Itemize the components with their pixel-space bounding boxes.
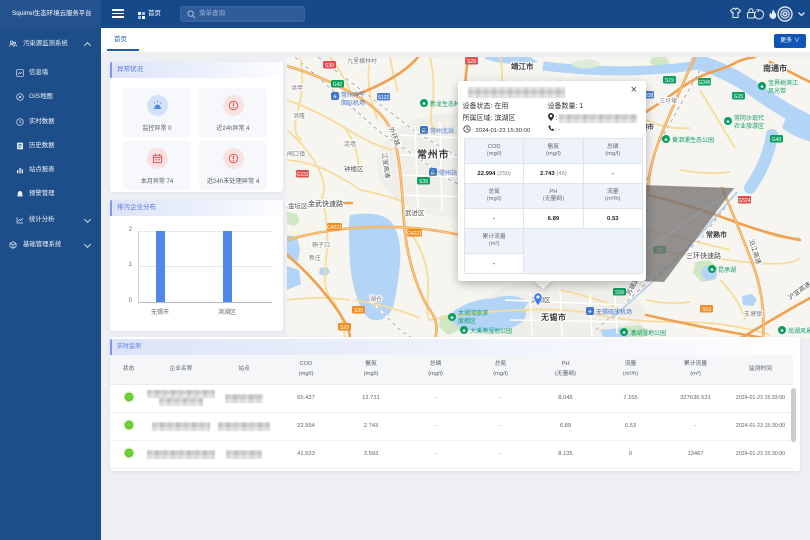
- svg-text:武进区: 武进区: [405, 208, 425, 217]
- svg-text:国际机场: 国际机场: [341, 99, 365, 107]
- svg-text:G15: G15: [734, 94, 744, 100]
- svg-text:新庄: 新庄: [309, 254, 321, 262]
- svg-text:G40: G40: [772, 137, 782, 143]
- svg-text:昆承湖: 昆承湖: [718, 266, 736, 274]
- svg-text:金武快速路: 金武快速路: [308, 199, 343, 208]
- svg-text:闸口镇: 闸口镇: [287, 150, 305, 158]
- svg-text:常州市: 常州市: [417, 148, 449, 161]
- svg-text:G346: G346: [698, 80, 710, 86]
- svg-text:G4221: G4221: [407, 231, 422, 237]
- svg-text:G524: G524: [738, 198, 750, 204]
- svg-text:无锡市: 无锡市: [540, 312, 567, 322]
- svg-text:S29: S29: [467, 59, 476, 65]
- svg-text:洪隆: 洪隆: [293, 112, 305, 120]
- svg-text:🚆: 🚆: [421, 128, 428, 135]
- svg-text:黄泗浦生态公园: 黄泗浦生态公园: [672, 136, 714, 144]
- svg-text:🚆: 🚆: [430, 170, 437, 177]
- svg-text:太湖湾旅游: 太湖湾旅游: [458, 309, 488, 317]
- svg-text:S58: S58: [615, 290, 624, 296]
- svg-text:✈: ✈: [333, 94, 338, 101]
- svg-text:宝界树滨江: 宝界树滨江: [768, 79, 798, 87]
- svg-text:靖江市: 靖江市: [511, 61, 534, 71]
- svg-text:风光带: 风光带: [768, 87, 786, 95]
- svg-text:S20: S20: [340, 325, 349, 331]
- svg-text:S122: S122: [378, 95, 390, 101]
- svg-text:常州奔牛: 常州奔牛: [341, 91, 365, 99]
- svg-text:洪甲: 洪甲: [291, 84, 303, 92]
- svg-text:楠子口: 楠子口: [312, 241, 330, 249]
- svg-text:✈: ✈: [588, 309, 593, 316]
- svg-text:常熟市: 常熟市: [706, 230, 727, 239]
- svg-text:常州站: 常州站: [439, 169, 457, 177]
- svg-text:三环快速路: 三环快速路: [686, 251, 721, 260]
- svg-text:新龙生态林: 新龙生态林: [430, 100, 460, 108]
- svg-text:S53: S53: [702, 307, 711, 313]
- svg-text:常阴沙现代: 常阴沙现代: [734, 114, 764, 122]
- svg-text:钟楼区: 钟楼区: [344, 164, 364, 173]
- svg-text:S39: S39: [419, 179, 428, 185]
- svg-text:无锡硕放机场: 无锡硕放机场: [596, 308, 632, 316]
- svg-text:农业旅游区: 农业旅游区: [734, 122, 764, 130]
- svg-text:G42: G42: [333, 82, 343, 88]
- svg-text:S39: S39: [325, 63, 334, 69]
- svg-text:连墙: 连墙: [344, 140, 356, 148]
- svg-text:常州北站: 常州北站: [430, 127, 454, 135]
- svg-text:支塘镇: 支塘镇: [744, 310, 762, 318]
- svg-text:九里横林村: 九里横林村: [347, 57, 377, 65]
- svg-text:S30: S30: [354, 308, 363, 314]
- svg-text:尚湖风景区: 尚湖风景区: [788, 327, 810, 335]
- svg-text:G233: G233: [296, 172, 308, 178]
- svg-text:大溪港湿地公园: 大溪港湿地公园: [470, 327, 512, 335]
- svg-text:湖仓: 湖仓: [370, 295, 382, 303]
- svg-text:南通市: 南通市: [763, 63, 787, 73]
- svg-text:三圩埭: 三圩埭: [659, 97, 677, 105]
- svg-text:漕湖湿地公园: 漕湖湿地公园: [630, 329, 666, 337]
- svg-text:度假区: 度假区: [458, 317, 476, 325]
- svg-text:G4221: G4221: [327, 225, 342, 231]
- svg-text:金坛区: 金坛区: [288, 201, 308, 210]
- svg-text:S19: S19: [665, 78, 674, 84]
